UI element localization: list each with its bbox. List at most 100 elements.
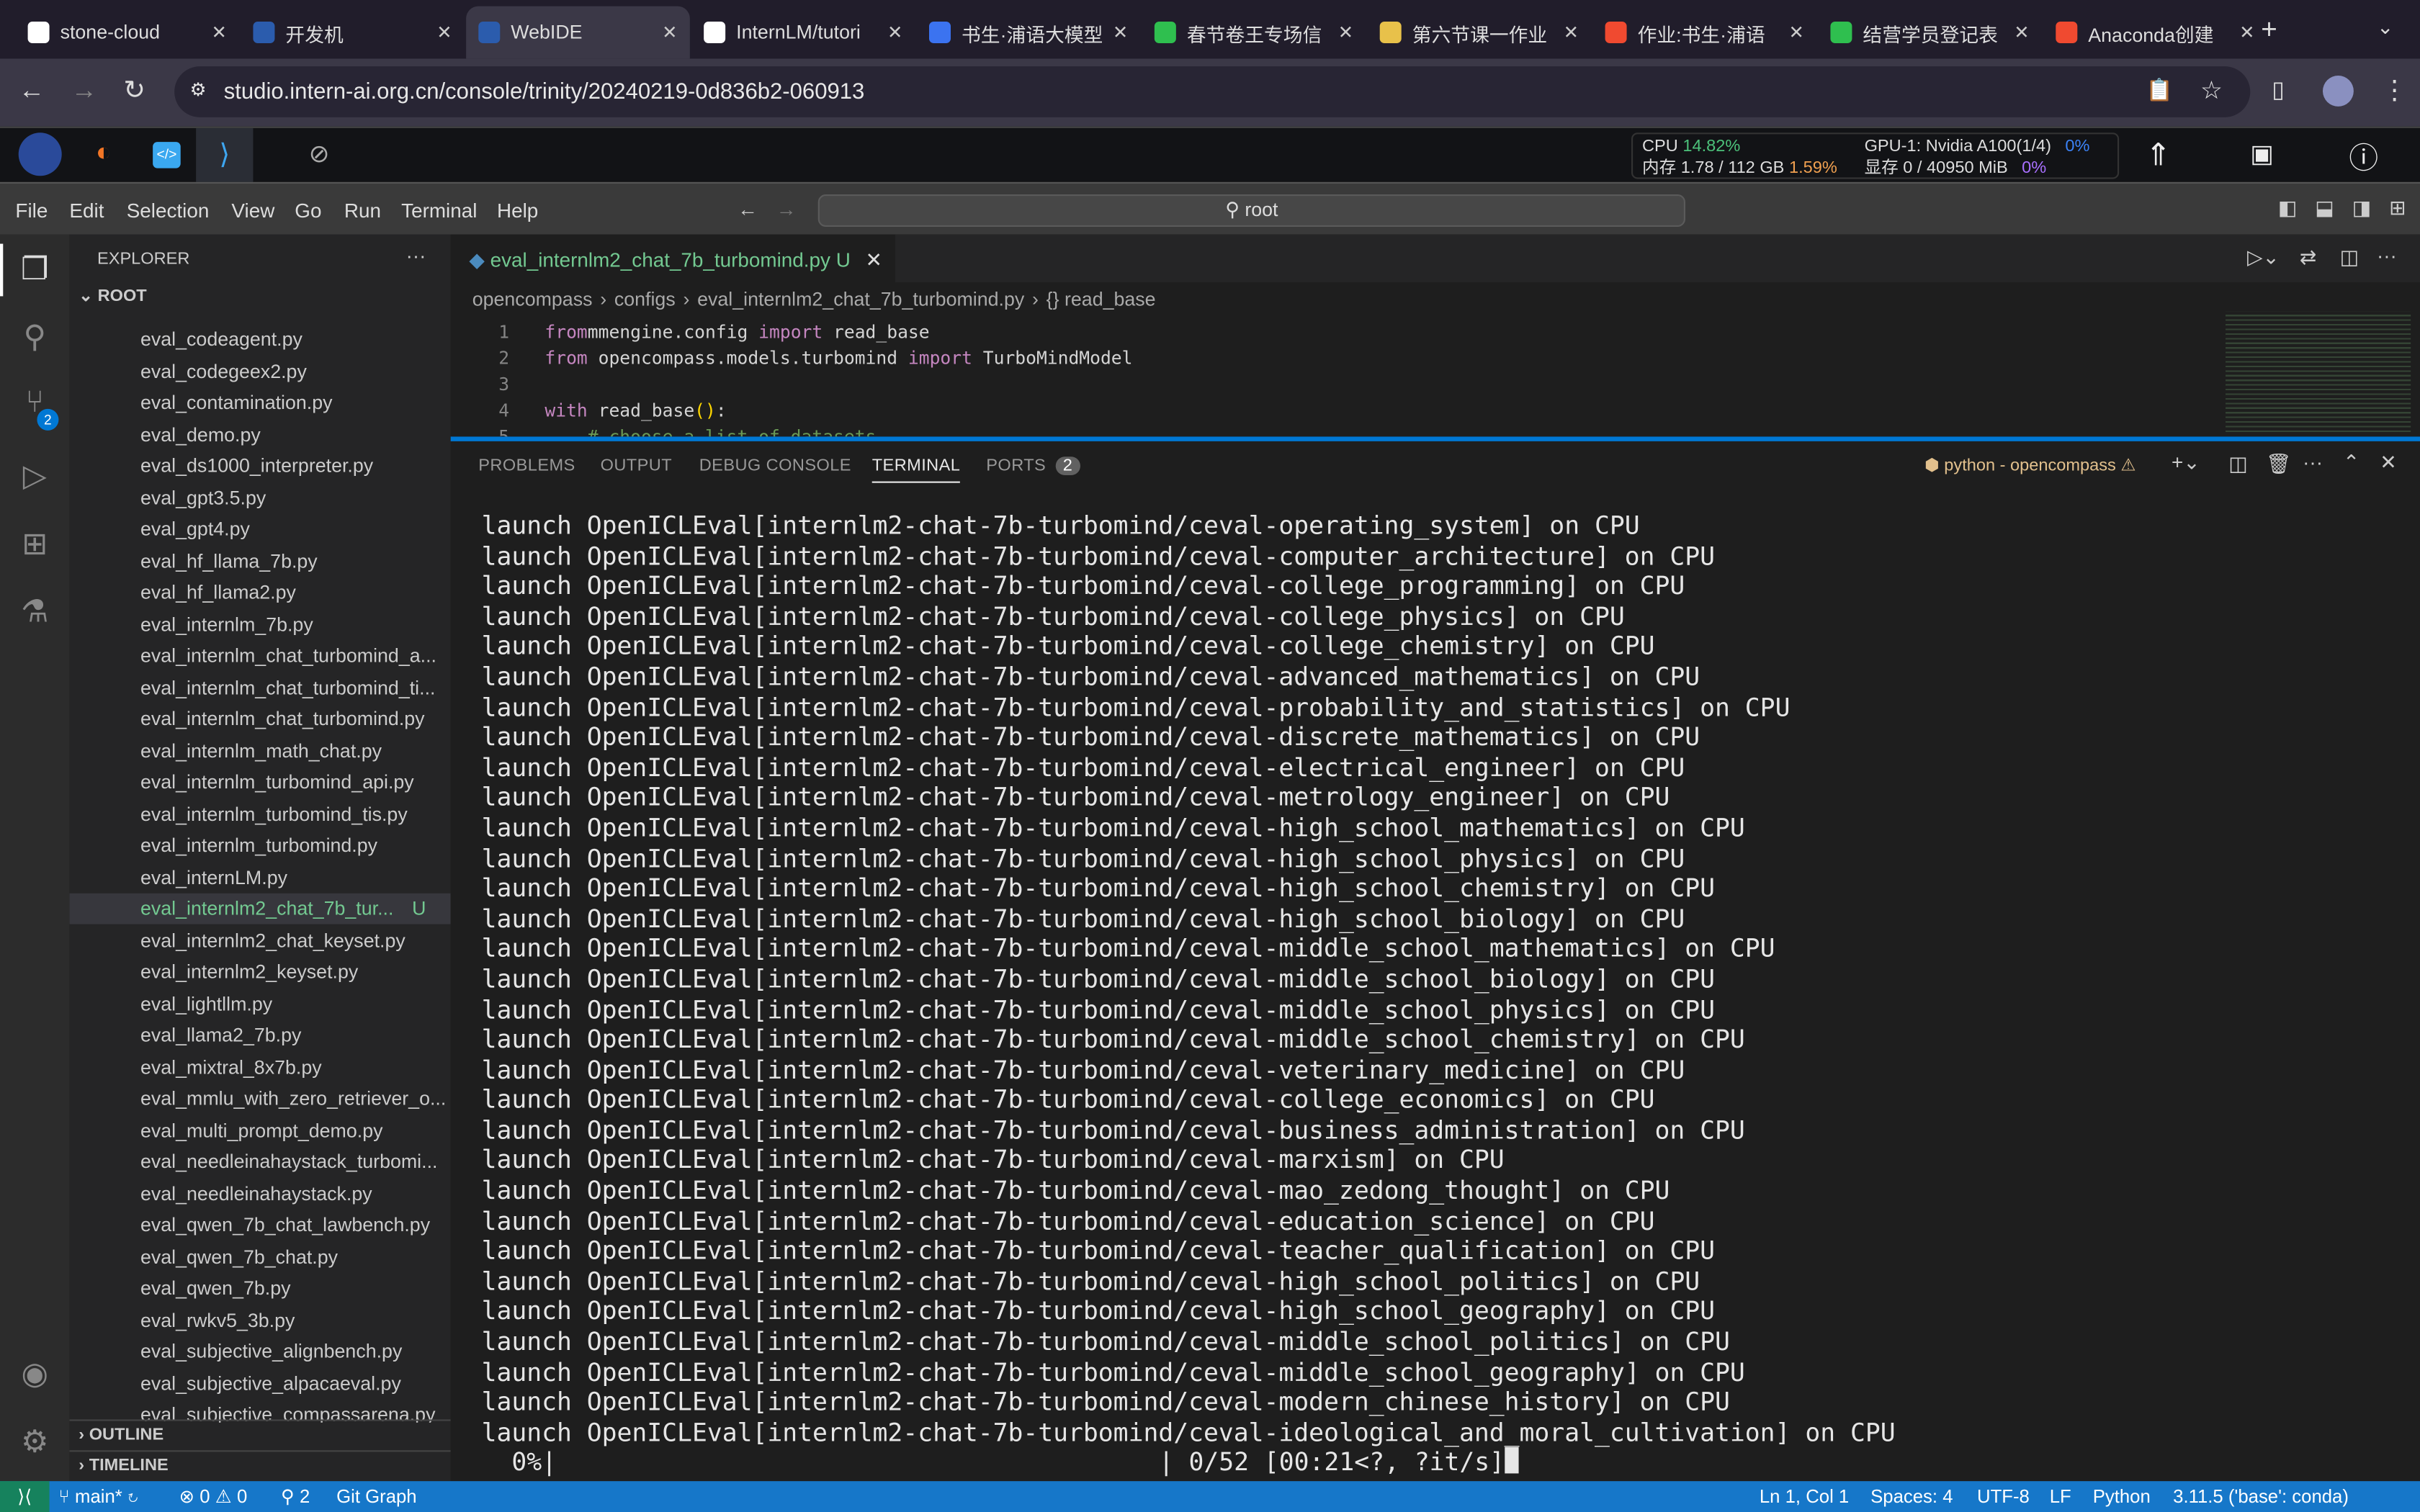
menu-file[interactable]: File [15, 199, 48, 222]
testing-icon[interactable]: ⚗ [15, 593, 54, 631]
run-python-icon[interactable]: ▷⌄ [2247, 246, 2280, 270]
file-item[interactable]: eval_codegeex2.py [69, 356, 450, 387]
minimap[interactable] [2226, 311, 2411, 432]
menu-terminal[interactable]: Terminal [401, 199, 477, 222]
panel-tab-problems[interactable]: PROBLEMS [478, 456, 575, 475]
explorer-more-icon[interactable]: ··· [406, 244, 426, 267]
file-item[interactable]: eval_hf_llama2.py [69, 577, 450, 608]
file-item[interactable]: eval_subjective_alignbench.py [69, 1336, 450, 1367]
kill-terminal-icon[interactable]: 🗑 [2266, 452, 2291, 477]
back-icon[interactable]: ← [19, 76, 45, 107]
close-tab-icon[interactable]: ✕ [1788, 22, 1804, 43]
file-item[interactable]: eval_subjective_alpacaeval.py [69, 1368, 450, 1399]
menu-go[interactable]: Go [295, 199, 321, 222]
tab-search-button[interactable]: ⌄ [2377, 15, 2393, 40]
terminal-output[interactable]: launch OpenICLEval[internlm2-chat-7b-tur… [482, 510, 1896, 1478]
ports-indicator[interactable]: ⚲ 2 [281, 1481, 310, 1512]
intern-logo[interactable] [18, 132, 62, 176]
file-item[interactable]: eval_internlm_7b.py [69, 608, 450, 639]
compass-icon[interactable]: ⊘ [309, 139, 330, 170]
close-tab-icon[interactable]: ✕ [865, 248, 882, 271]
new-terminal-icon[interactable]: +⌄ [2172, 451, 2200, 475]
browser-tab[interactable]: 第六节课一作业 ✕ [1368, 6, 1592, 59]
language-mode[interactable]: Python [2093, 1481, 2151, 1512]
branch-indicator[interactable]: ⑂ main* ↻ [58, 1481, 138, 1512]
file-item[interactable]: eval_internlm_turbomind_api.py [69, 767, 450, 798]
nav-back-icon[interactable]: ← [738, 197, 758, 220]
root-folder-header[interactable]: ⌄ ROOT [69, 285, 450, 306]
menu-selection[interactable]: Selection [127, 199, 210, 222]
bookmark-star-icon[interactable]: ☆ [2200, 76, 2223, 107]
file-item[interactable]: eval_multi_prompt_demo.py [69, 1115, 450, 1146]
reload-icon[interactable]: ↻ [123, 76, 145, 107]
python-interpreter[interactable]: 3.11.5 ('base': conda) [2173, 1481, 2349, 1512]
breadcrumb-item[interactable]: {} read_base [1047, 289, 1156, 310]
file-item[interactable]: eval_gpt4.py [69, 514, 450, 545]
split-editor-icon[interactable]: ◫ [2340, 246, 2359, 270]
terminal-instance[interactable]: ⬢ python - opencompass ⚠ [1924, 455, 2136, 475]
file-item[interactable]: eval_contamination.py [69, 387, 450, 418]
file-item[interactable]: eval_ds1000_interpreter.py [69, 451, 450, 482]
line-ending[interactable]: LF [2050, 1481, 2071, 1512]
editor-more-icon[interactable]: ··· [2377, 244, 2397, 267]
explorer-icon[interactable]: ❐ [15, 250, 54, 289]
code-server-icon[interactable]: </> [153, 142, 181, 168]
breadcrumb-item[interactable]: opencompass [472, 289, 593, 310]
editor-tab-active[interactable]: ◆ eval_internlm2_chat_7b_turbomind.py U … [450, 234, 895, 283]
file-item[interactable]: eval_internLM.py [69, 862, 450, 893]
file-item[interactable]: eval_internlm_chat_turbomind.py [69, 703, 450, 734]
toggle-secondary-sidebar-icon[interactable]: ◨ [2352, 196, 2371, 220]
customize-layout-icon[interactable]: ⊞ [2389, 196, 2406, 220]
file-item[interactable]: eval_internlm_turbomind.py [69, 830, 450, 861]
browser-tab[interactable]: InternLM/tutori ✕ [691, 6, 915, 59]
forward-icon[interactable]: → [71, 76, 97, 107]
file-item[interactable]: eval_needleinahaystack.py [69, 1178, 450, 1209]
code-editor[interactable]: 1 frommmengine.config import read_base 2 fr… [451, 316, 2210, 437]
browser-tab[interactable]: 春节卷王专场信 ✕ [1142, 6, 1366, 59]
file-item[interactable]: eval_rwkv5_3b.py [69, 1305, 450, 1336]
panel-tab-debug-console[interactable]: DEBUG CONSOLE [699, 456, 851, 475]
menu-run[interactable]: Run [344, 199, 381, 222]
split-terminal-icon[interactable]: ◫ [2228, 452, 2247, 477]
url-input[interactable]: ⚙ studio.intern-ai.org.cn/console/trinit… [174, 66, 2251, 117]
file-item[interactable]: eval_demo.py [69, 419, 450, 450]
file-item[interactable]: eval_internlm_chat_turbomind_a... [69, 640, 450, 671]
close-tab-icon[interactable]: ✕ [2014, 22, 2030, 43]
compare-changes-icon[interactable]: ⇄ [2300, 246, 2316, 270]
info-icon[interactable]: ⓘ [2349, 136, 2378, 178]
file-item[interactable]: eval_hf_llama_7b.py [69, 546, 450, 577]
browser-menu-icon[interactable]: ⋮ [2381, 76, 2407, 107]
timeline-section[interactable]: › TIMELINE [69, 1450, 451, 1481]
settings-gear-icon[interactable]: ⚙ [15, 1423, 54, 1462]
file-item[interactable]: eval_internlm2_chat_7b_tur... U [69, 893, 451, 924]
accounts-icon[interactable]: ◉ [15, 1354, 54, 1393]
sidepanel-icon[interactable]: ▯ [2272, 76, 2285, 103]
file-item[interactable]: eval_codeagent.py [69, 324, 450, 355]
nav-forward-icon[interactable]: → [776, 197, 797, 220]
browser-tab[interactable]: 开发机 ✕ [241, 6, 465, 59]
problems-indicator[interactable]: ⊗ 0 ⚠ 0 [179, 1481, 248, 1512]
file-item[interactable]: eval_qwen_7b_chat.py [69, 1241, 450, 1272]
maximize-panel-icon[interactable]: ⌃ [2343, 451, 2360, 475]
browser-tab[interactable]: 书生·浦语大模型 ✕ [917, 6, 1141, 59]
close-tab-icon[interactable]: ✕ [1338, 22, 1354, 43]
browser-tab[interactable]: 结营学员登记表 ✕ [1818, 6, 2042, 59]
upload-icon[interactable]: ⇑ [2146, 136, 2172, 175]
close-tab-icon[interactable]: ✕ [887, 22, 903, 43]
file-item[interactable]: eval_gpt3.5.py [69, 482, 450, 513]
profile-avatar[interactable] [2323, 76, 2354, 107]
file-item[interactable]: eval_qwen_7b_chat_lawbench.py [69, 1210, 450, 1241]
run-debug-icon[interactable]: ▷ [15, 456, 54, 495]
browser-tab[interactable]: Anaconda创建 ✕ [2043, 6, 2267, 59]
panel-tab-terminal[interactable]: TERMINAL [871, 456, 961, 483]
browser-tab[interactable]: stone-cloud ✕ [15, 6, 239, 59]
file-item[interactable]: eval_llama2_7b.py [69, 1020, 450, 1050]
clipboard-icon[interactable]: 📋 [2146, 77, 2173, 103]
panel-tab-ports[interactable]: PORTS 2 [986, 456, 1081, 475]
close-panel-icon[interactable]: ✕ [2380, 451, 2396, 475]
vscode-icon[interactable]: ⟩ [196, 127, 254, 182]
close-tab-icon[interactable]: ✕ [1564, 22, 1579, 43]
file-item[interactable]: eval_internlm_turbomind_tis.py [69, 798, 450, 829]
file-item[interactable]: eval_mixtral_8x7b.py [69, 1051, 450, 1082]
file-item[interactable]: eval_needleinahaystack_turbomi... [69, 1146, 450, 1177]
